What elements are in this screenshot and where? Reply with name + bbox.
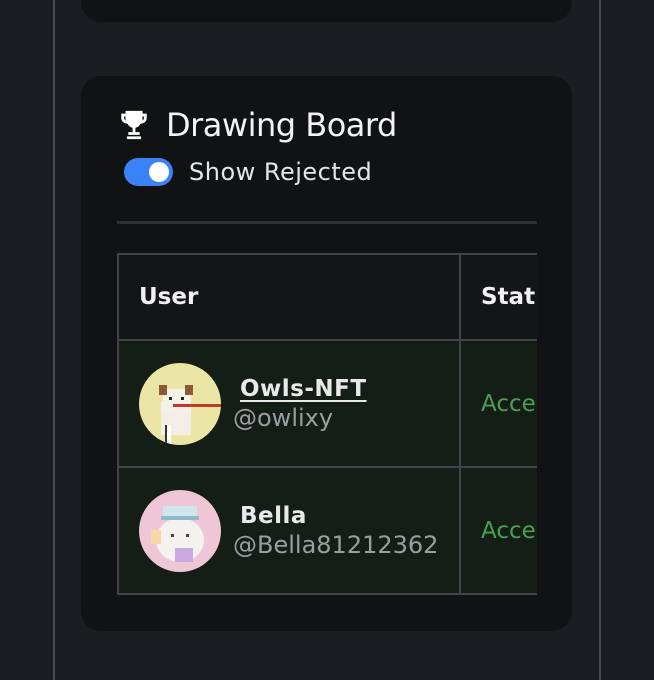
drawing-board-card: Drawing Board Show Rejected User Stat Ow…: [81, 76, 572, 631]
user-handle: @Bella81212362: [233, 530, 439, 559]
user-name-link[interactable]: Owls-NFT: [240, 376, 367, 402]
column-header-user: User: [117, 253, 461, 341]
show-rejected-label: Show Rejected: [189, 158, 373, 186]
divider: [117, 221, 537, 224]
submissions-table-scroll[interactable]: User Stat Owls-NFT @owlixy Acce Bella @B…: [117, 253, 537, 596]
right-guide-line: [599, 0, 601, 680]
status-cell: Acce: [459, 466, 537, 595]
show-rejected-toggle[interactable]: [124, 158, 173, 186]
status-cell: Acce: [459, 339, 537, 468]
user-avatar: [139, 362, 221, 445]
status-text: Acce: [481, 390, 536, 417]
show-rejected-row: Show Rejected: [124, 158, 372, 186]
trophy-icon: [121, 110, 147, 140]
card-title: Drawing Board: [166, 106, 397, 144]
table-row: Bella @Bella81212362 Acce: [117, 466, 537, 595]
submissions-table: User Stat Owls-NFT @owlixy Acce Bella @B…: [117, 253, 537, 595]
table-header-row: User Stat: [117, 253, 537, 341]
user-name[interactable]: Bella: [240, 503, 438, 529]
toggle-knob: [149, 162, 169, 182]
previous-card: [81, 0, 572, 22]
user-cell: Bella @Bella81212362: [117, 466, 461, 595]
user-cell: Owls-NFT @owlixy: [117, 339, 461, 468]
card-header: Drawing Board: [117, 106, 397, 144]
user-handle: @owlixy: [233, 403, 334, 432]
table-row: Owls-NFT @owlixy Acce: [117, 339, 537, 468]
column-header-status: Stat: [459, 253, 537, 341]
owl-avatar-icon: [139, 362, 221, 445]
user-avatar: [139, 489, 221, 572]
status-text: Acce: [481, 517, 536, 544]
left-guide-line: [53, 0, 55, 680]
bella-avatar-icon: [139, 489, 221, 572]
